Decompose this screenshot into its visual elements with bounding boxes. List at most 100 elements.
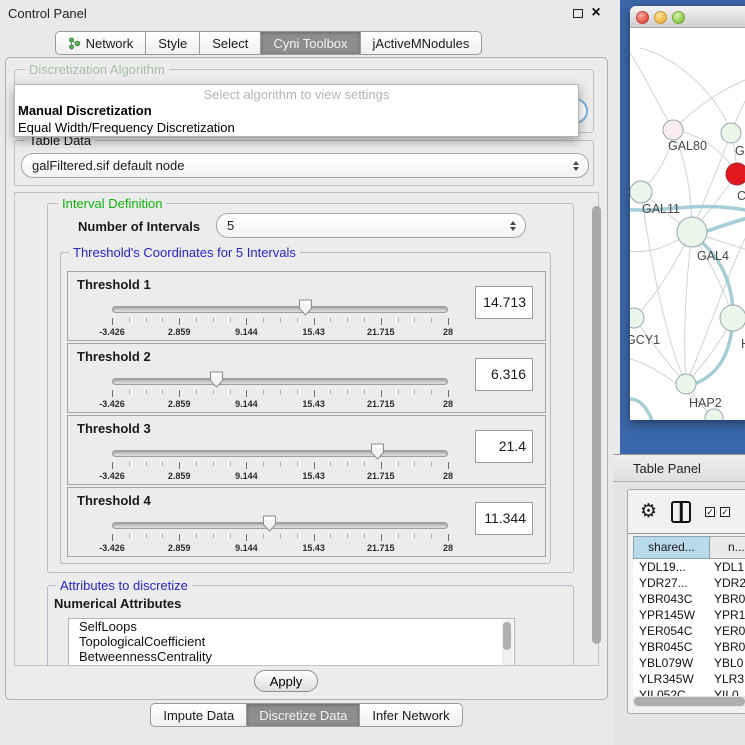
scrollbar-thumb[interactable] [634, 697, 745, 706]
interval-definition-title: Interval Definition [58, 196, 166, 211]
tab-label: Discretize Data [259, 708, 347, 723]
slider-track[interactable] [112, 522, 448, 529]
thresholds-group-title: Threshold's Coordinates for 5 Intervals [69, 245, 300, 260]
cell-shared-name: YER054C [633, 623, 710, 639]
number-of-intervals-combobox[interactable]: 5 [216, 213, 526, 238]
tab-style[interactable]: Style [145, 31, 200, 55]
threshold-label: Threshold 3 [77, 421, 151, 436]
dropdown-option-manual[interactable]: Manual Discretization [15, 102, 578, 119]
slider-track[interactable] [112, 378, 448, 385]
attributes-scrollbar[interactable] [502, 620, 513, 666]
node-right[interactable] [720, 305, 745, 331]
node-label-hap2: HAP2 [689, 396, 722, 410]
dropdown-option-equal-width[interactable]: Equal Width/Frequency Discretization [15, 119, 578, 136]
threshold-panel: Threshold 3 -3.4262.8599.14415.4321.7152… [67, 415, 546, 485]
checkbox-checked-icon[interactable]: ✓ [720, 507, 730, 517]
zoom-traffic-light-icon[interactable] [672, 11, 685, 24]
float-button[interactable] [569, 4, 587, 22]
threshold-slider[interactable]: -3.4262.8599.14415.4321.71528 [112, 514, 448, 556]
threshold-value-field[interactable]: 14.713 [475, 286, 533, 319]
checkbox-checked-icon[interactable]: ✓ [705, 507, 715, 517]
slider-thumb-icon[interactable] [209, 371, 224, 388]
split-columns-icon[interactable] [671, 501, 691, 523]
table-row[interactable]: YBR043CYBR0 [633, 591, 745, 607]
table-panel-titlebar: Table Panel [613, 454, 745, 482]
attribute-item[interactable]: SelfLoops [69, 619, 514, 634]
attribute-item[interactable]: BetweennessCentrality [69, 649, 514, 664]
node-gal80[interactable] [663, 120, 683, 140]
threshold-value-field[interactable]: 6.316 [475, 358, 533, 391]
threshold-slider[interactable]: -3.4262.8599.14415.4321.71528 [112, 370, 448, 412]
table-row[interactable]: YIL052CYIL0 [633, 687, 745, 696]
threshold-panel: Threshold 2 -3.4262.8599.14415.4321.7152… [67, 343, 546, 413]
main-scrollbar[interactable] [591, 198, 603, 660]
tab-jactivemnodules[interactable]: jActiveMNodules [360, 31, 483, 55]
node-gcy1[interactable] [630, 308, 644, 328]
table-row[interactable]: YDL19...YDL1 [633, 559, 745, 575]
scrollbar-thumb[interactable] [503, 622, 511, 650]
settings-scroll-area: Interval Definition Number of Intervals … [14, 192, 599, 666]
attribute-items: SelfLoopsTopologicalCoefficientBetweenne… [69, 619, 514, 664]
gear-icon[interactable]: ⚙ [640, 502, 657, 521]
tab-infer-network[interactable]: Infer Network [359, 703, 462, 727]
node-hap2[interactable] [676, 374, 696, 394]
tab-discretize-data[interactable]: Discretize Data [246, 703, 360, 727]
slider-tick-labels: -3.4262.8599.14415.4321.71528 [112, 543, 448, 554]
close-traffic-light-icon[interactable] [636, 11, 649, 24]
network-canvas[interactable]: GAL80GACGAL11GAL4GCY1HHAP2 [630, 28, 745, 420]
table-row[interactable]: YBR045CYBR0 [633, 639, 745, 655]
tab-label: jActiveMNodules [373, 36, 470, 51]
tab-impute-data[interactable]: Impute Data [150, 703, 247, 727]
node-label-gal11: GAL11 [642, 202, 680, 216]
tick-label: 2.859 [168, 399, 191, 409]
attributes-group: Attributes to discretize Numerical Attri… [47, 585, 574, 666]
scrollbar-thumb[interactable] [592, 206, 601, 644]
screen: Control Panel × NetworkStyleSelectCyni T… [0, 0, 745, 745]
node-top-right[interactable] [721, 123, 741, 143]
tab-cyni-toolbox[interactable]: Cyni Toolbox [260, 31, 360, 55]
close-button[interactable]: × [587, 4, 605, 22]
tick-label: -3.426 [99, 327, 125, 337]
column-header-name[interactable]: n... [710, 536, 745, 559]
slider-track[interactable] [112, 450, 448, 457]
table-row[interactable]: YDR27...YDR2 [633, 575, 745, 591]
table-row[interactable]: YPR145WYPR1 [633, 607, 745, 623]
column-header-shared-name[interactable]: shared... [633, 536, 710, 559]
node-label-c: C [737, 189, 745, 203]
threshold-value-field[interactable]: 21.4 [475, 430, 533, 463]
tick-label: 9.144 [235, 399, 258, 409]
slider-thumb-icon[interactable] [298, 299, 313, 316]
table-row[interactable]: YBL079WYBL0 [633, 655, 745, 671]
cyni-toolbox-panel: Discretization Algorithm Table Data galF… [5, 57, 608, 700]
threshold-value-field[interactable]: 11.344 [475, 502, 533, 535]
slider-thumb-icon[interactable] [262, 515, 277, 532]
node-red[interactable] [726, 163, 745, 185]
apply-button[interactable]: Apply [254, 670, 318, 692]
slider-track[interactable] [112, 306, 448, 313]
tick-label: 2.859 [168, 543, 191, 553]
node-bottom[interactable] [705, 409, 723, 420]
tab-network[interactable]: Network [55, 31, 147, 55]
attribute-item[interactable]: TopologicalCoefficient [69, 634, 514, 649]
threshold-slider[interactable]: -3.4262.8599.14415.4321.71528 [112, 298, 448, 340]
table-data-combobox[interactable]: galFiltered.sif default node [21, 153, 589, 178]
table-horizontal-scrollbar[interactable] [633, 696, 745, 707]
threshold-slider[interactable]: -3.4262.8599.14415.4321.71528 [112, 442, 448, 484]
node-label-gal4: GAL4 [697, 249, 729, 263]
network-window-titlebar[interactable] [630, 6, 745, 28]
tab-label: Impute Data [163, 708, 234, 723]
table-row[interactable]: YER054CYER0 [633, 623, 745, 639]
node-gal4[interactable] [677, 217, 707, 247]
cell-shared-name: YPR145W [633, 607, 710, 623]
slider-thumb-icon[interactable] [370, 443, 385, 460]
number-of-intervals-label: Number of Intervals [78, 219, 200, 234]
tab-select[interactable]: Select [199, 31, 261, 55]
minimize-traffic-light-icon[interactable] [654, 11, 667, 24]
table-row[interactable]: YLR345WYLR3 [633, 671, 745, 687]
node-gal11[interactable] [630, 181, 652, 203]
tab-label: Cyni Toolbox [273, 36, 347, 51]
threshold-label: Threshold 4 [77, 493, 151, 508]
numerical-attributes-list[interactable]: SelfLoopsTopologicalCoefficientBetweenne… [68, 618, 515, 666]
tab-label: Select [212, 36, 248, 51]
dropdown-placeholder-item[interactable]: Select algorithm to view settings [15, 85, 578, 102]
